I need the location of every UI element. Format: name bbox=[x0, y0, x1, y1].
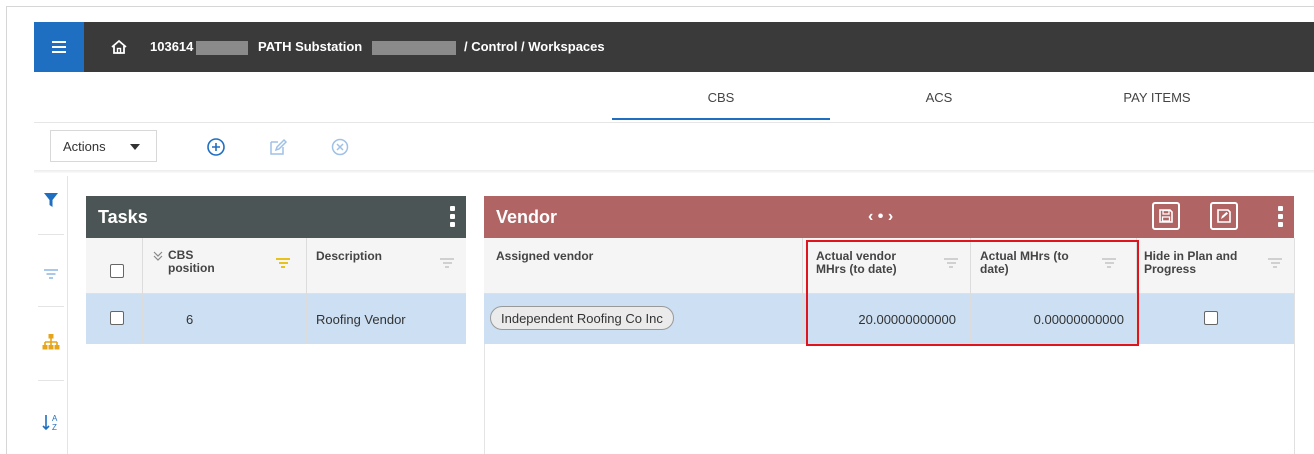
tab-pay-items[interactable]: PAY ITEMS bbox=[1048, 90, 1266, 105]
save-button[interactable] bbox=[1152, 202, 1180, 230]
hamburger-menu-button[interactable] bbox=[34, 22, 84, 72]
col-header-assigned-vendor[interactable]: Assigned vendor bbox=[496, 250, 593, 263]
table-row[interactable]: 6 Roofing Vendor bbox=[86, 294, 466, 344]
tab-cbs[interactable]: CBS bbox=[612, 90, 830, 105]
actions-dropdown[interactable]: Actions bbox=[50, 130, 157, 162]
select-all-checkbox[interactable] bbox=[110, 264, 124, 278]
redacted-text bbox=[372, 41, 456, 55]
cell-cbs-position: 6 bbox=[186, 312, 194, 327]
actions-label: Actions bbox=[63, 138, 106, 154]
divider bbox=[38, 306, 64, 307]
save-edit-icon bbox=[1217, 209, 1231, 223]
filter-lines-icon[interactable] bbox=[41, 264, 61, 284]
column-divider bbox=[306, 294, 307, 344]
hierarchy-icon[interactable] bbox=[41, 332, 61, 352]
hamburger-icon bbox=[52, 41, 66, 53]
active-tab-indicator bbox=[612, 118, 830, 120]
column-divider bbox=[306, 238, 307, 294]
divider bbox=[34, 122, 1314, 123]
panel-border bbox=[1294, 238, 1295, 454]
col-header-cbs-position[interactable]: CBS position bbox=[168, 249, 238, 275]
highlight-annotation bbox=[806, 240, 1139, 346]
vendor-more-icon[interactable] bbox=[1278, 206, 1283, 228]
caret-down-icon bbox=[130, 144, 140, 150]
save-edit-button[interactable] bbox=[1210, 202, 1238, 230]
home-icon[interactable] bbox=[110, 38, 128, 56]
top-bar: 103614 | PATH Substation / Control / Wor… bbox=[34, 22, 1314, 72]
svg-text:Z: Z bbox=[52, 423, 57, 432]
active-filter-icon[interactable] bbox=[276, 258, 290, 268]
edit-icon[interactable] bbox=[267, 136, 289, 158]
vendor-chip[interactable]: Independent Roofing Co Inc bbox=[490, 306, 674, 330]
tasks-title: Tasks bbox=[98, 207, 148, 227]
panel-nav-arrows[interactable]: ‹ • › bbox=[868, 208, 893, 226]
tasks-more-icon[interactable] bbox=[450, 206, 455, 228]
filter-icon[interactable] bbox=[41, 190, 61, 210]
left-rail: A Z bbox=[34, 176, 68, 454]
collapse-chevrons-icon[interactable] bbox=[152, 250, 164, 262]
breadcrumb-project-name[interactable]: PATH Substation bbox=[258, 39, 362, 54]
column-divider bbox=[802, 294, 803, 344]
col-header-description[interactable]: Description bbox=[316, 250, 382, 263]
breadcrumb-path[interactable]: / Control / Workspaces bbox=[464, 39, 605, 54]
divider bbox=[38, 234, 64, 235]
hide-in-plan-checkbox[interactable] bbox=[1204, 311, 1218, 325]
cell-description: Roofing Vendor bbox=[316, 312, 406, 327]
divider bbox=[38, 380, 64, 381]
save-icon bbox=[1159, 209, 1173, 223]
column-divider bbox=[802, 238, 803, 294]
vendor-title: Vendor bbox=[496, 207, 558, 227]
filter-icon[interactable] bbox=[440, 258, 454, 268]
add-icon[interactable] bbox=[205, 136, 227, 158]
breadcrumb-project-id[interactable]: 103614 | bbox=[150, 39, 201, 54]
redacted-text bbox=[196, 41, 248, 55]
tasks-column-header: CBS position Description bbox=[86, 238, 466, 294]
column-divider bbox=[142, 238, 143, 294]
svg-text:A: A bbox=[52, 414, 58, 423]
panel-border bbox=[484, 344, 485, 454]
column-divider bbox=[142, 294, 143, 344]
tab-acs[interactable]: ACS bbox=[830, 90, 1048, 105]
sort-az-icon[interactable]: A Z bbox=[41, 412, 61, 432]
delete-icon[interactable] bbox=[329, 136, 351, 158]
toolbar-shadow bbox=[34, 170, 1314, 173]
filter-icon[interactable] bbox=[1268, 258, 1282, 268]
col-header-hide-in-plan[interactable]: Hide in Plan and Progress bbox=[1144, 250, 1244, 276]
tasks-panel-header: Tasks bbox=[86, 196, 466, 238]
row-checkbox[interactable] bbox=[110, 311, 124, 325]
